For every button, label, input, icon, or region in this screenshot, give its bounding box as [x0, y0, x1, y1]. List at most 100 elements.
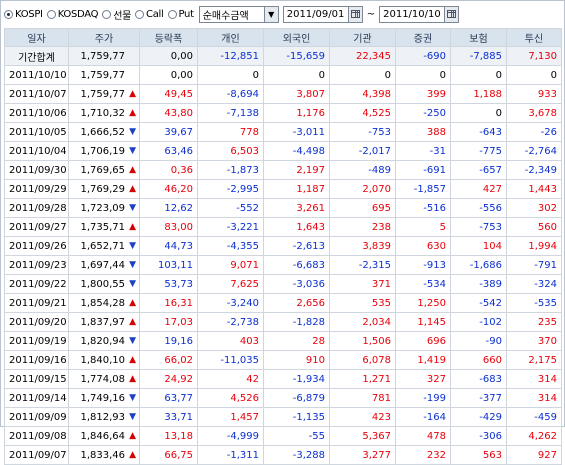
cell-date: 2011/09/19	[4, 331, 69, 351]
table-row[interactable]: 2011/10/10 1,759,77 0,00 0 0 0 0 0 0	[4, 65, 562, 85]
cell-institution: 3,839	[329, 236, 396, 256]
dropdown-arrow-icon[interactable]: ▼	[263, 6, 278, 22]
date-to-field[interactable]: 2011/10/10	[379, 5, 460, 23]
down-arrow-icon: ▼	[129, 336, 136, 346]
cell-price: 1,759,77	[68, 46, 140, 66]
cell-foreign: -3,036	[263, 274, 330, 294]
cell-price: 1,735,71 ▲	[68, 217, 140, 237]
table-header-row: 일자 주가 등락폭 개인 외국인 기관 증권 보험 투신	[4, 28, 562, 47]
price-value: 1,759,77	[80, 88, 125, 100]
table-row[interactable]: 2011/09/30 1,769,65 ▲ 0,36 -1,873 2,197 -489 -6…	[4, 160, 562, 180]
amount-type-select[interactable]: 순매수금액 ▼	[198, 5, 279, 23]
table-row[interactable]: 2011/09/07 1,833,46 ▲ 66,75 -1,311 -3,288 3,27…	[4, 445, 562, 465]
radio-kospi[interactable]: KOSPI	[4, 5, 43, 23]
cell-date: 2011/09/28	[4, 198, 69, 218]
cell-individual: 42	[197, 369, 264, 389]
header-institution[interactable]: 기관	[329, 28, 396, 47]
cell-foreign: -3,011	[263, 122, 330, 142]
table-row[interactable]: 2011/09/21 1,854,28 ▲ 16,31 -3,240 2,656 535 1,…	[4, 293, 562, 313]
cell-securities: -690	[395, 46, 451, 66]
header-trust[interactable]: 투신	[506, 28, 562, 47]
radio-kosdaq[interactable]: KOSDAQ	[46, 5, 99, 23]
date-range-separator: ~	[366, 8, 376, 20]
radio-call[interactable]: Call	[135, 5, 164, 23]
price-value: 1,769,29	[80, 183, 125, 195]
cell-foreign: 1,187	[263, 179, 330, 199]
cell-change: 44,73	[139, 236, 198, 256]
cell-trust: 2,175	[506, 350, 562, 370]
cell-foreign: 2,197	[263, 160, 330, 180]
cell-foreign: 28	[263, 331, 330, 351]
date-from-value[interactable]: 2011/09/01	[284, 9, 348, 20]
cell-price: 1,769,29 ▲	[68, 179, 140, 199]
date-from-field[interactable]: 2011/09/01	[282, 5, 363, 23]
table-total-row[interactable]: 기간합계 1,759,77 0,00 -12,851 -15,659 22,345 -690…	[4, 46, 562, 66]
table-row[interactable]: 2011/09/08 1,846,64 ▲ 13,18 -4,999 -55 5,367 47…	[4, 426, 562, 446]
table-row[interactable]: 2011/09/16 1,840,10 ▲ 66,02 -11,035 910 6,078 1…	[4, 350, 562, 370]
cell-insurance: -775	[450, 141, 507, 161]
table-row[interactable]: 2011/09/29 1,769,29 ▲ 46,20 -2,995 1,187 2,070…	[4, 179, 562, 199]
cell-securities: 1,145	[395, 312, 451, 332]
cell-insurance: -7,885	[450, 46, 507, 66]
cell-foreign: 1,176	[263, 103, 330, 123]
price-value: 1,833,46	[80, 449, 125, 461]
header-change[interactable]: 등락폭	[139, 28, 198, 47]
cell-individual: -12,851	[197, 46, 264, 66]
up-arrow-icon: ▲	[129, 355, 136, 365]
table-row[interactable]: 2011/10/07 1,759,77 ▲ 49,45 -8,694 3,807 4,398…	[4, 84, 562, 104]
cell-change: 83,00	[139, 217, 198, 237]
cell-trust: -791	[506, 255, 562, 275]
table-row[interactable]: 2011/09/14 1,749,16 ▼ 63,77 4,526 -6,879 781 -1…	[4, 388, 562, 408]
cell-date: 2011/10/07	[4, 84, 69, 104]
table-row[interactable]: 2011/09/09 1,812,93 ▼ 33,71 1,457 -1,135 423 -1…	[4, 407, 562, 427]
header-individual[interactable]: 개인	[197, 28, 264, 47]
cell-change: 103,11	[139, 255, 198, 275]
cell-individual: -1,873	[197, 160, 264, 180]
cell-price: 1,759,77	[68, 65, 140, 85]
cell-individual: 403	[197, 331, 264, 351]
table-row[interactable]: 2011/09/15 1,774,08 ▲ 24,92 42 -1,934 1,271 327…	[4, 369, 562, 389]
table-row[interactable]: 2011/09/22 1,800,55 ▼ 53,73 7,625 -3,036 371 -5…	[4, 274, 562, 294]
radio-put[interactable]: Put	[167, 5, 195, 23]
cell-individual: -4,999	[197, 426, 264, 446]
radio-label: Put	[178, 8, 195, 20]
cell-insurance: 0	[450, 65, 507, 85]
cell-institution: 2,034	[329, 312, 396, 332]
cell-change: 16,31	[139, 293, 198, 313]
table-row[interactable]: 2011/09/28 1,723,09 ▼ 12,62 -552 3,261 695 -516…	[4, 198, 562, 218]
header-price[interactable]: 주가	[68, 28, 140, 47]
table-row[interactable]: 2011/10/05 1,666,52 ▼ 39,67 778 -3,011 -753 388…	[4, 122, 562, 142]
cell-institution: -489	[329, 160, 396, 180]
radio-icon	[135, 9, 145, 19]
table-row[interactable]: 2011/10/06 1,710,32 ▲ 43,80 -7,138 1,176 4,525…	[4, 103, 562, 123]
header-insurance[interactable]: 보험	[450, 28, 507, 47]
cell-securities: -199	[395, 388, 451, 408]
cell-foreign: -6,683	[263, 255, 330, 275]
radio-label: KOSPI	[15, 8, 43, 20]
up-arrow-icon: ▲	[129, 184, 136, 194]
up-arrow-icon: ▲	[129, 374, 136, 384]
radio-futures[interactable]: 선물	[102, 5, 131, 23]
cell-date: 기간합계	[4, 46, 69, 66]
table-row[interactable]: 2011/09/27 1,735,71 ▲ 83,00 -3,221 1,643 238 5-…	[4, 217, 562, 237]
header-date[interactable]: 일자	[4, 28, 69, 47]
cell-insurance: 427	[450, 179, 507, 199]
table-row[interactable]: 2011/09/19 1,820,94 ▼ 19,16 403 28 1,506 696 -90…	[4, 331, 562, 351]
cell-trust: 933	[506, 84, 562, 104]
table-row[interactable]: 2011/09/23 1,697,44 ▼ 103,11 9,071 -6,683 -2,3…	[4, 255, 562, 275]
calendar-icon[interactable]	[444, 6, 459, 22]
cell-individual: 4,526	[197, 388, 264, 408]
table-row[interactable]: 2011/09/20 1,837,97 ▲ 17,03 -2,738 -1,828 2,03…	[4, 312, 562, 332]
header-foreign[interactable]: 외국인	[263, 28, 330, 47]
calendar-icon[interactable]	[347, 6, 362, 22]
cell-trust: 927	[506, 445, 562, 465]
table-row[interactable]: 2011/10/04 1,706,19 ▼ 63,46 6,503 -4,498 -2,01…	[4, 141, 562, 161]
cell-foreign: 0	[263, 65, 330, 85]
price-value: 1,854,28	[80, 297, 125, 309]
cell-trust: 0	[506, 65, 562, 85]
table-row[interactable]: 2011/09/26 1,652,71 ▼ 44,73 -4,355 -2,613 3,83…	[4, 236, 562, 256]
date-to-value[interactable]: 2011/10/10	[380, 9, 444, 20]
header-securities[interactable]: 증권	[395, 28, 451, 47]
up-arrow-icon: ▲	[129, 108, 136, 118]
price-value: 1,769,65	[80, 164, 125, 176]
